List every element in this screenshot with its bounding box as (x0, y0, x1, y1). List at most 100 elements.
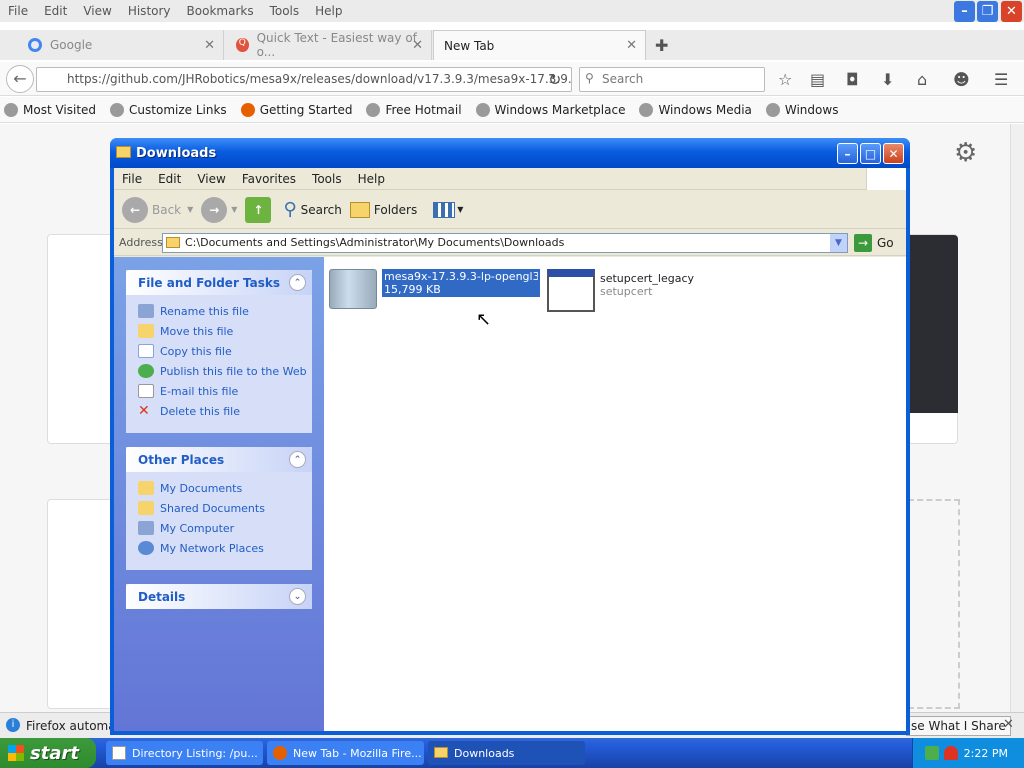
place-my-computer[interactable]: My Computer (126, 518, 312, 538)
menu-file[interactable]: File (114, 172, 150, 186)
maximize-button[interactable]: ❐ (977, 1, 998, 22)
tab-quicktext[interactable]: Q Quick Text - Easiest way of o... ✕ (226, 30, 432, 60)
close-button[interactable]: ✕ (883, 143, 904, 164)
panel-header[interactable]: Details ⌄ (126, 584, 312, 609)
panel-header[interactable]: File and Folder Tasks ⌃ (126, 270, 312, 295)
file-label-selected: mesa9x-17.3.9.3-lp-opengl32... 15,799 KB (382, 269, 540, 297)
site-thumbnail[interactable] (908, 235, 958, 413)
close-icon[interactable]: ✕ (626, 38, 637, 53)
go-button[interactable]: → Go (854, 234, 894, 252)
views-button[interactable]: ▼ (433, 201, 463, 218)
task-label: Delete this file (160, 404, 240, 418)
close-icon[interactable]: ✕ (1003, 717, 1014, 732)
network-icon[interactable] (925, 746, 939, 760)
close-icon[interactable]: ✕ (412, 38, 423, 53)
panel-header[interactable]: Other Places ⌃ (126, 447, 312, 472)
task-label: Move this file (160, 324, 234, 338)
reload-icon[interactable]: ↻ (548, 70, 561, 89)
bookmark-star-icon[interactable]: ☆ (778, 70, 792, 89)
file-item[interactable]: setupcert_legacy setupcert (547, 269, 694, 312)
menu-favorites[interactable]: Favorites (234, 172, 304, 186)
forward-button[interactable]: → ▼ (201, 196, 237, 223)
collapse-icon[interactable]: ⌃ (289, 274, 306, 291)
bookmark-most-visited[interactable]: Most Visited (4, 102, 96, 117)
menu-help[interactable]: Help (307, 4, 350, 18)
file-item[interactable]: mesa9x-17.3.9.3-lp-opengl32... 15,799 KB (329, 269, 540, 309)
task-move[interactable]: Move this file (126, 321, 312, 341)
task-publish[interactable]: Publish this file to the Web (126, 361, 312, 381)
menu-help[interactable]: Help (350, 172, 393, 186)
menu-history[interactable]: History (120, 4, 179, 18)
choose-what-i-share-button[interactable]: se What I Share (906, 716, 1011, 736)
bookmark-windows-media[interactable]: Windows Media (639, 102, 752, 117)
address-input[interactable]: C:\Documents and Settings\Administrator\… (162, 233, 848, 253)
menu-view[interactable]: View (189, 172, 233, 186)
folders-button[interactable]: Folders (349, 201, 417, 218)
bookmark-windows-marketplace[interactable]: Windows Marketplace (475, 102, 625, 117)
menu-edit[interactable]: Edit (36, 4, 75, 18)
close-button[interactable]: ✕ (1001, 1, 1022, 22)
pocket-icon[interactable]: ◘ (846, 70, 859, 89)
search-placeholder: Search (602, 72, 644, 86)
task-rename[interactable]: Rename this file (126, 301, 312, 321)
reader-list-icon[interactable]: ▤ (810, 70, 825, 89)
windows-logo-icon (866, 168, 906, 190)
menu-view[interactable]: View (75, 4, 119, 18)
collapse-icon[interactable]: ⌃ (289, 451, 306, 468)
taskbar-item-downloads[interactable]: Downloads (428, 741, 585, 765)
up-folder-button[interactable]: ↑ (245, 196, 275, 223)
bookmark-free-hotmail[interactable]: Free Hotmail (366, 102, 462, 117)
shield-icon[interactable] (944, 746, 958, 760)
panel-title: Details (138, 590, 186, 604)
taskbar-item-firefox[interactable]: New Tab - Mozilla Fire... (267, 741, 424, 765)
bookmark-windows[interactable]: Windows (765, 102, 838, 117)
firefox-icon (273, 746, 287, 760)
menu-bookmarks[interactable]: Bookmarks (179, 4, 262, 18)
place-my-documents[interactable]: My Documents (126, 478, 312, 498)
gear-icon[interactable]: ⚙ (954, 138, 977, 168)
task-delete[interactable]: ✕ Delete this file (126, 401, 312, 421)
taskbar-item-directory-listing[interactable]: Directory Listing: /pu... (106, 741, 263, 765)
close-icon[interactable]: ✕ (204, 38, 215, 53)
empty-site-slot (908, 499, 960, 709)
bookmark-customize-links[interactable]: Customize Links (110, 102, 227, 117)
task-label: Directory Listing: /pu... (132, 746, 258, 760)
window-title: Downloads (136, 145, 217, 161)
place-shared-documents[interactable]: Shared Documents (126, 498, 312, 518)
address-bar: Address C:\Documents and Settings\Admini… (114, 230, 906, 256)
hamburger-menu-icon[interactable]: ☰ (994, 70, 1008, 89)
minimize-button[interactable]: – (954, 1, 975, 22)
chevron-down-icon[interactable]: ▼ (830, 234, 847, 252)
menu-edit[interactable]: Edit (150, 172, 189, 186)
window-titlebar[interactable]: Downloads (110, 138, 910, 168)
tab-google[interactable]: Google ✕ (18, 30, 224, 60)
maximize-button[interactable]: □ (860, 143, 881, 164)
task-copy[interactable]: Copy this file (126, 341, 312, 361)
tab-new-tab[interactable]: New Tab ✕ (433, 30, 646, 60)
expand-icon[interactable]: ⌄ (289, 588, 306, 605)
bookmark-label: Getting Started (259, 102, 353, 117)
task-email[interactable]: E-mail this file (126, 381, 312, 401)
url-bar[interactable]: https://github.com/JHRobotics/mesa9x/rel… (36, 67, 572, 92)
back-button[interactable]: ← Back ▼ (122, 196, 193, 223)
views-icon (433, 201, 456, 218)
scrollbar[interactable] (1010, 124, 1024, 712)
start-button[interactable]: start (0, 738, 96, 768)
bookmark-getting-started[interactable]: Getting Started (240, 102, 353, 117)
publish-web-icon (138, 364, 154, 378)
search-button[interactable]: ⚲ Search (283, 199, 341, 220)
home-icon[interactable]: ⌂ (917, 70, 927, 89)
network-icon (138, 541, 154, 555)
place-my-network-places[interactable]: My Network Places (126, 538, 312, 558)
new-tab-icon[interactable]: ✚ (655, 36, 668, 55)
minimize-button[interactable]: – (837, 143, 858, 164)
menu-tools[interactable]: Tools (304, 172, 350, 186)
smiley-icon[interactable]: ☻ (953, 70, 970, 89)
back-icon[interactable]: ← (6, 65, 34, 93)
download-icon[interactable]: ⬇ (881, 70, 894, 89)
folders-icon (349, 201, 370, 218)
search-input[interactable]: ⚲ Search (579, 67, 765, 92)
folder-icon (434, 747, 448, 758)
menu-tools[interactable]: Tools (262, 4, 308, 18)
menu-file[interactable]: File (0, 4, 36, 18)
